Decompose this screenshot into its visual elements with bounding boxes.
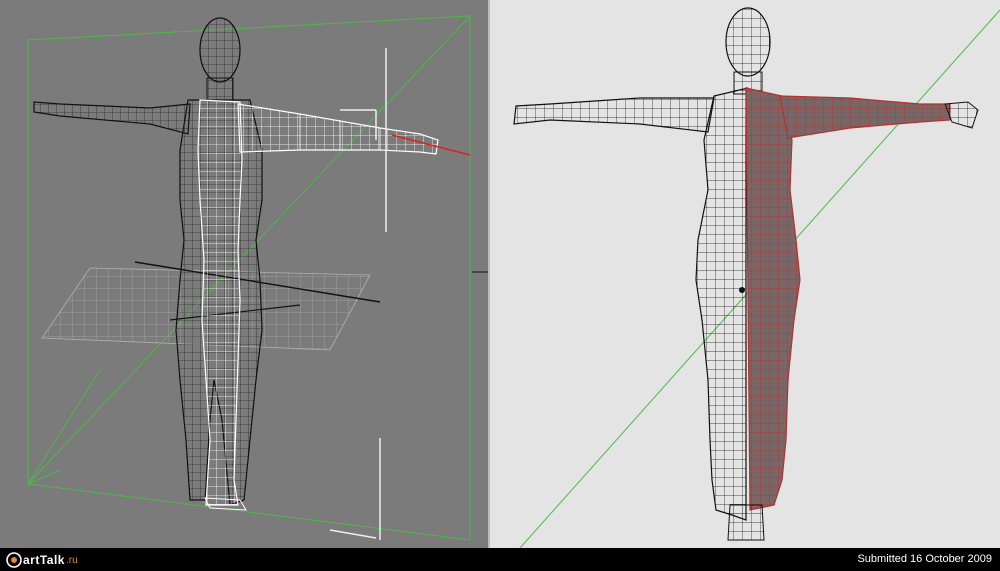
viewport-perspective[interactable] [0, 0, 488, 548]
front-scene [513, 7, 1000, 548]
viewport-front[interactable] [490, 0, 1000, 548]
perspective-scene [27, 14, 488, 541]
logo-text: artTalk [23, 553, 65, 567]
footer-bar: artTalk .ru Submitted 16 October 2009 [0, 548, 1000, 571]
figure-wireframe [33, 17, 439, 511]
front-figure-wireframe [513, 7, 979, 541]
logo-tld: .ru [65, 554, 78, 566]
submitted-date-value: 16 October 2009 [910, 553, 992, 565]
logo-mark-icon [6, 552, 22, 568]
submitted-date: Submitted 16 October 2009 [857, 553, 992, 565]
arttalk-logo[interactable]: artTalk .ru [6, 551, 78, 569]
submitted-label: Submitted [857, 553, 907, 565]
